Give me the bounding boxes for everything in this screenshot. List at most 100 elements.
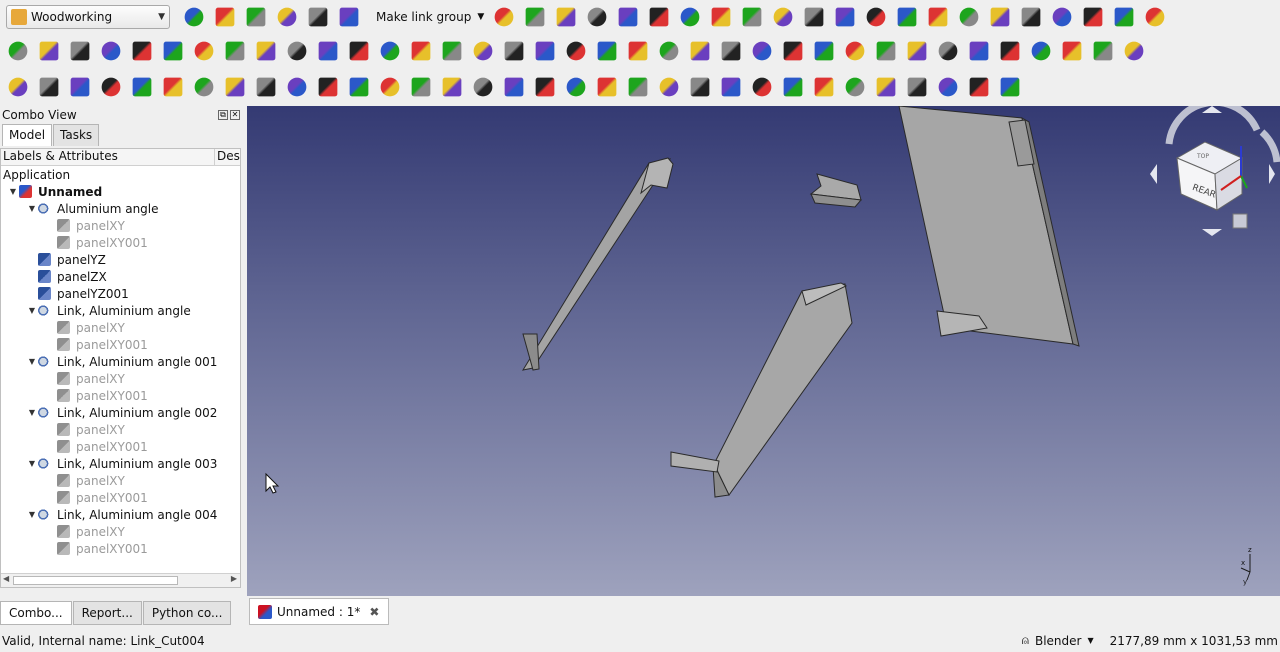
tab-tasks[interactable]: Tasks	[53, 124, 100, 146]
workbench-search-icon[interactable]	[525, 7, 545, 27]
3d-viewport[interactable]: REAR TOP z x y	[247, 106, 1280, 596]
plus-icon[interactable]	[380, 77, 400, 97]
box-red2-icon[interactable]	[690, 41, 710, 61]
tree-item[interactable]: ▼ Unnamed	[1, 183, 240, 200]
tree-item[interactable]: panelXY	[1, 217, 240, 234]
move-y-icon[interactable]	[39, 77, 59, 97]
eraser-icon[interactable]	[473, 41, 493, 61]
resize5-icon[interactable]	[318, 77, 338, 97]
aluminium-angle-part-2[interactable]	[670, 282, 853, 498]
panel-copy3-icon[interactable]	[163, 41, 183, 61]
cube-blue-icon[interactable]	[835, 7, 855, 27]
std-view-icon[interactable]	[1145, 7, 1165, 27]
tab-model[interactable]: Model	[2, 124, 53, 146]
tree-item[interactable]: panelXY	[1, 523, 240, 540]
diag2-icon[interactable]	[628, 77, 648, 97]
position-icon[interactable]	[380, 41, 400, 61]
node-icon[interactable]	[587, 7, 607, 27]
plane-green-icon[interactable]	[535, 77, 555, 97]
macro-record-icon[interactable]	[618, 7, 638, 27]
box-blue-icon[interactable]	[721, 41, 741, 61]
minus-icon[interactable]	[411, 77, 431, 97]
diamond-icon[interactable]	[1021, 7, 1041, 27]
corner3-icon[interactable]	[1000, 77, 1020, 97]
export-icon[interactable]	[277, 7, 297, 27]
vline-icon[interactable]	[721, 77, 741, 97]
resize4-icon[interactable]	[287, 77, 307, 97]
spheres-icon[interactable]	[752, 41, 772, 61]
diag4-icon[interactable]	[690, 77, 710, 97]
navigation-cube[interactable]: REAR TOP	[1150, 106, 1280, 236]
frame2-icon[interactable]	[225, 41, 245, 61]
spacer-icon[interactable]	[969, 41, 989, 61]
tree-item[interactable]: panelXY	[1, 472, 240, 489]
resize6-icon[interactable]	[349, 77, 369, 97]
tree-item[interactable]: ▼ Link, Aluminium angle 002	[1, 404, 240, 421]
new-document-icon[interactable]	[184, 7, 204, 27]
panel-xy-icon[interactable]	[8, 41, 28, 61]
magnet-icon[interactable]	[1062, 41, 1082, 61]
edge-icon[interactable]	[845, 77, 865, 97]
expand-arrow-icon[interactable]: ▼	[7, 187, 19, 196]
tree-item[interactable]: panelYZ	[1, 251, 240, 268]
plane-icon[interactable]	[628, 41, 648, 61]
plus2-icon[interactable]	[442, 77, 462, 97]
tree-item[interactable]: panelXY001	[1, 540, 240, 557]
tree-item[interactable]: panelYZ001	[1, 285, 240, 302]
resize-icon[interactable]	[194, 77, 214, 97]
mirror-icon[interactable]	[1052, 7, 1072, 27]
color-cube-icon[interactable]	[876, 41, 896, 61]
expand-arrow-icon[interactable]: ▼	[26, 306, 38, 315]
tree-item[interactable]: panelXY	[1, 370, 240, 387]
torus-icon[interactable]	[783, 41, 803, 61]
rotate-z-icon[interactable]	[163, 77, 183, 97]
code-icon[interactable]	[1031, 41, 1051, 61]
frame4-icon[interactable]	[287, 41, 307, 61]
hole-icon[interactable]	[442, 41, 462, 61]
wood-icon[interactable]	[597, 41, 617, 61]
frame6-icon[interactable]	[349, 41, 369, 61]
ruler-icon[interactable]	[990, 7, 1010, 27]
expand-arrow-icon[interactable]: ▼	[26, 357, 38, 366]
tree-item[interactable]: panelXY001	[1, 489, 240, 506]
tree-item[interactable]: panelXY	[1, 421, 240, 438]
tree-item[interactable]: ▼ Link, Aluminium angle 004	[1, 506, 240, 523]
workbench-selector[interactable]: Woodworking ▼	[6, 5, 170, 29]
tab-combo[interactable]: Combo...	[0, 601, 72, 625]
cone-icon[interactable]	[814, 41, 834, 61]
axis-icon[interactable]	[504, 77, 524, 97]
pattern-icon[interactable]	[907, 41, 927, 61]
tree-item[interactable]: panelXY001	[1, 336, 240, 353]
vline2-icon[interactable]	[752, 77, 772, 97]
document-tab[interactable]: Unnamed : 1* ✖	[249, 598, 389, 625]
rotate-y-icon[interactable]	[132, 77, 152, 97]
tab-report[interactable]: Report...	[72, 601, 142, 625]
panel-xz-icon[interactable]	[70, 41, 90, 61]
corner2-icon[interactable]	[969, 77, 989, 97]
move-z-icon[interactable]	[70, 77, 90, 97]
expand-arrow-icon[interactable]: ▼	[26, 204, 38, 213]
box-red-icon[interactable]	[659, 41, 679, 61]
cube-stack-icon[interactable]	[897, 7, 917, 27]
edge3-icon[interactable]	[907, 77, 927, 97]
list-icon[interactable]	[742, 7, 762, 27]
bracket-part[interactable]	[809, 173, 862, 208]
panel-yz-icon[interactable]	[39, 41, 59, 61]
tree-icon[interactable]	[959, 7, 979, 27]
aluminium-angle-part[interactable]	[521, 157, 674, 371]
panel-part[interactable]	[898, 106, 1080, 347]
frame-icon[interactable]	[194, 41, 214, 61]
tab-python-console[interactable]: Python co...	[142, 601, 232, 625]
line-icon[interactable]	[535, 41, 555, 61]
inspect-icon[interactable]	[1124, 41, 1144, 61]
tree-item[interactable]: panelXY001	[1, 234, 240, 251]
panel-copy2-icon[interactable]	[132, 41, 152, 61]
resize2-icon[interactable]	[225, 77, 245, 97]
corner-icon[interactable]	[938, 77, 958, 97]
scroll-right-icon[interactable]: ▶	[231, 574, 237, 583]
tree-item[interactable]: ▼ Aluminium angle	[1, 200, 240, 217]
green-box-icon[interactable]	[566, 41, 586, 61]
close-icon[interactable]: ✖	[369, 605, 379, 619]
tree-item[interactable]: ▼ Link, Aluminium angle 003	[1, 455, 240, 472]
macro-edit-icon[interactable]	[680, 7, 700, 27]
